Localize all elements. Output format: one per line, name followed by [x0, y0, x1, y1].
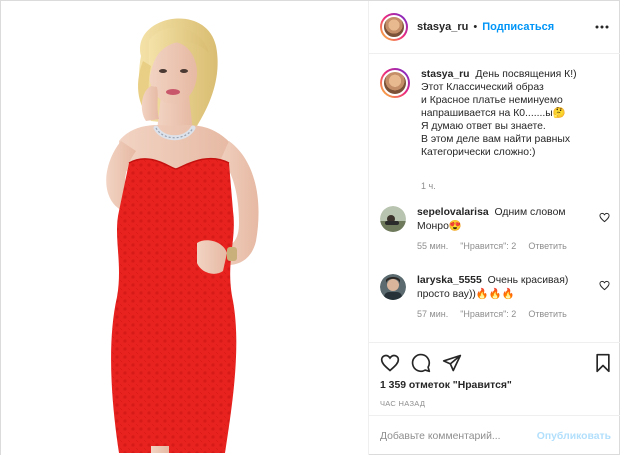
heart-icon[interactable] [380, 353, 400, 373]
header-separator: • [473, 21, 478, 33]
caption-time[interactable]: 1 ч. [421, 181, 436, 191]
comment-like-heart-icon[interactable] [599, 212, 610, 223]
comment-time[interactable]: 57 мин. [417, 308, 448, 322]
post-side-panel: stasya_ru • Подписаться stasya_ru День п… [368, 1, 620, 455]
woman-in-red-dress-image [1, 1, 368, 455]
bookmark-icon[interactable] [593, 353, 613, 373]
comment-composer: Опубликовать [369, 415, 620, 455]
comment-input[interactable] [380, 430, 537, 442]
commenter-avatar[interactable] [380, 206, 406, 232]
comment-item: sepelovalarisa Одним словом Монро😍 55 ми… [380, 206, 618, 254]
caption-body: stasya_ru День посвящения К!) Этот Класс… [421, 68, 611, 159]
follow-button[interactable]: Подписаться [482, 21, 554, 33]
comment-likes[interactable]: "Нравится": 2 [460, 308, 516, 322]
author-username[interactable]: stasya_ru [417, 21, 468, 33]
post-caption: stasya_ru День посвящения К!) Этот Класс… [380, 68, 615, 159]
commenter-avatar[interactable] [380, 274, 406, 300]
post-timestamp[interactable]: ЧАС НАЗАД [380, 399, 425, 408]
more-horizontal-icon[interactable] [594, 19, 610, 35]
comment-body: sepelovalarisa Одним словом Монро😍 55 ми… [417, 206, 587, 254]
comment-meta: 55 мин. "Нравится": 2 Ответить [417, 240, 587, 254]
caption-username[interactable]: stasya_ru [421, 69, 470, 80]
post-actions: 1 359 отметок "Нравится" ЧАС НАЗАД [369, 342, 620, 415]
likes-count[interactable]: 1 359 отметок "Нравится" [380, 380, 512, 391]
comment-item: laryska_5555 Очень красивая) просто вау)… [380, 274, 618, 322]
instagram-post: stasya_ru • Подписаться stasya_ru День п… [0, 0, 620, 455]
comment-meta: 57 мин. "Нравится": 2 Ответить [417, 308, 587, 322]
comment-username[interactable]: laryska_5555 [417, 275, 482, 286]
post-photo[interactable] [1, 1, 368, 455]
comment-like-heart-icon[interactable] [599, 280, 610, 291]
comment-icon[interactable] [411, 353, 431, 373]
reply-button[interactable]: Ответить [528, 240, 566, 254]
comment-username[interactable]: sepelovalarisa [417, 207, 489, 218]
post-header: stasya_ru • Подписаться [369, 1, 620, 54]
author-avatar[interactable] [380, 13, 408, 41]
caption-text: День посвящения К!) Этот Классический об… [421, 69, 577, 158]
comments-list[interactable]: stasya_ru День посвящения К!) Этот Класс… [369, 54, 620, 342]
share-icon[interactable] [442, 353, 462, 373]
publish-button[interactable]: Опубликовать [537, 431, 611, 442]
caption-avatar[interactable] [380, 68, 410, 98]
comment-body: laryska_5555 Очень красивая) просто вау)… [417, 274, 587, 322]
reply-button[interactable]: Ответить [528, 308, 566, 322]
comment-time[interactable]: 55 мин. [417, 240, 448, 254]
comment-likes[interactable]: "Нравится": 2 [460, 240, 516, 254]
